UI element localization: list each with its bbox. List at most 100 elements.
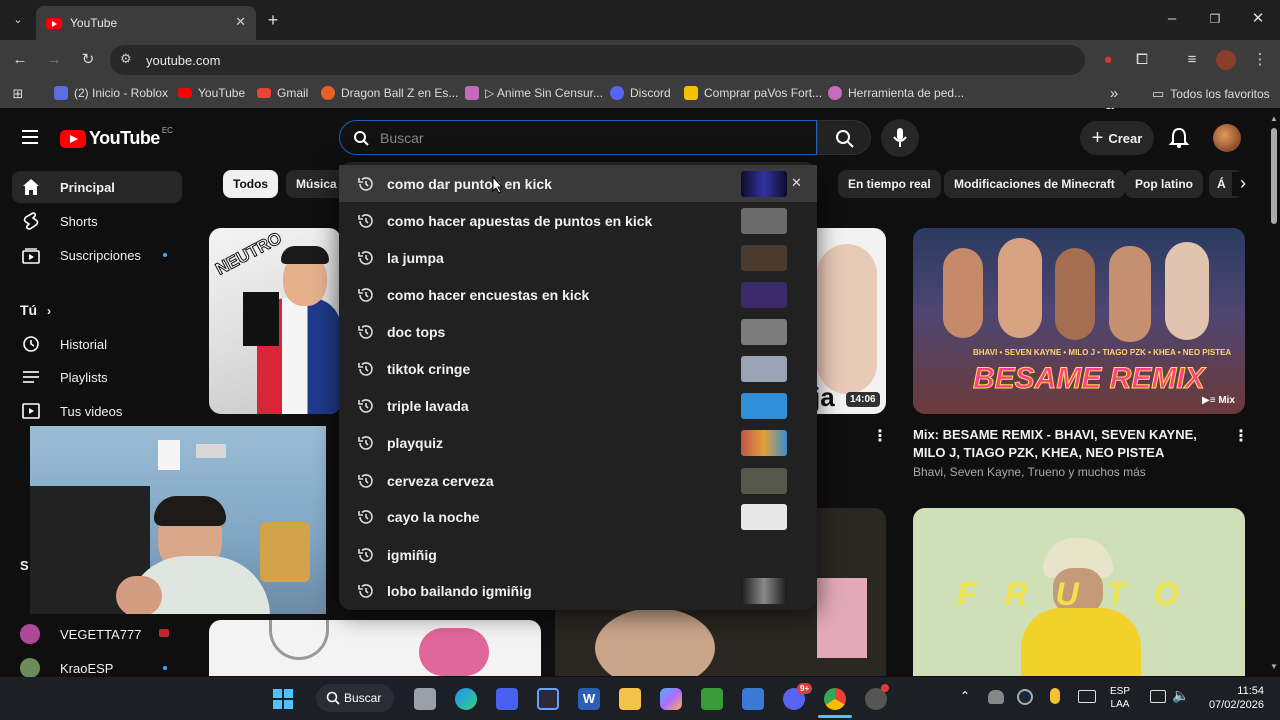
video-thumbnail-neutro[interactable]: NEUTRO <box>209 228 341 414</box>
suggestion-item[interactable]: cerveza cerveza <box>339 462 817 499</box>
minecraft-icon[interactable] <box>701 688 723 710</box>
microphone-tray-icon[interactable] <box>1050 688 1060 704</box>
suggestion-item[interactable]: lobo bailando igmiñig <box>339 572 817 609</box>
app-icon[interactable] <box>537 688 559 710</box>
network-icon[interactable] <box>1150 690 1166 703</box>
bookmark-discord[interactable]: Discord <box>610 86 671 100</box>
page-scrollbar[interactable]: ▲ ▼ <box>1268 114 1280 677</box>
keyboard-icon[interactable] <box>1078 690 1096 703</box>
media-controls-icon[interactable]: ≡ <box>1182 50 1202 70</box>
restore-window-icon[interactable]: ❐ <box>1205 9 1225 29</box>
bookmark-pavos[interactable]: Comprar paVos Fort... <box>684 86 822 100</box>
site-info-icon[interactable]: ⚙ <box>120 51 132 67</box>
sidebar-item-playlists[interactable]: Playlists <box>12 361 182 393</box>
tab-search-chevron-icon[interactable]: ⌄ <box>8 10 28 30</box>
bookmark-dragon-ball[interactable]: Dragon Ball Z en Es... <box>321 86 458 100</box>
hamburger-menu-icon[interactable] <box>20 128 42 146</box>
scrollbar-thumb[interactable] <box>1271 128 1277 224</box>
notifications-bell-icon[interactable] <box>1168 127 1190 149</box>
chip-musica[interactable]: Música <box>286 170 347 198</box>
video-thumbnail-besame-remix[interactable]: BHAVI • SEVEN KAYNE • MILO J • TIAGO PZK… <box>913 228 1245 414</box>
sidebar-item-historial[interactable]: Historial <box>12 328 182 360</box>
clock[interactable]: 11:54 07/02/2026 <box>1196 684 1264 712</box>
forward-icon[interactable]: → <box>44 50 64 70</box>
tray-overflow-chevron-icon[interactable]: ⌃ <box>960 689 970 703</box>
create-button[interactable]: + Crear <box>1080 121 1154 155</box>
onedrive-icon[interactable] <box>988 690 1004 704</box>
bookmark-gmail[interactable]: Gmail <box>257 86 308 100</box>
chrome-app-icon[interactable] <box>824 688 846 710</box>
copilot-icon[interactable] <box>660 688 682 710</box>
bookmark-herramienta[interactable]: Herramienta de ped... <box>828 86 964 100</box>
apps-grid-icon[interactable]: ⊞ <box>8 84 28 104</box>
chips-next-arrow-icon[interactable]: › <box>1232 172 1254 196</box>
microsoft-store-icon[interactable] <box>742 688 764 710</box>
task-view-icon[interactable] <box>414 688 436 710</box>
scroll-up-arrow-icon[interactable]: ▲ <box>1270 114 1278 123</box>
search-button[interactable] <box>817 120 871 155</box>
chip-todos[interactable]: Todos <box>223 170 279 198</box>
taskbar-search[interactable]: Buscar <box>316 684 394 712</box>
chip-pop-latino[interactable]: Pop latino <box>1125 170 1203 198</box>
playlists-icon <box>23 371 39 383</box>
roblox-app-icon[interactable] <box>496 688 518 710</box>
chrome-menu-icon[interactable]: ⋮ <box>1250 50 1270 70</box>
new-tab-icon[interactable]: + <box>263 10 283 30</box>
youtube-logo[interactable]: YouTube EC <box>60 126 173 149</box>
scroll-down-arrow-icon[interactable]: ▼ <box>1270 662 1278 671</box>
suggestion-item[interactable]: playquiz <box>339 424 817 461</box>
gmail-icon <box>257 88 271 98</box>
language-indicator[interactable]: ESP LAA <box>1110 685 1130 711</box>
voice-search-button[interactable] <box>881 119 919 157</box>
video-meta-besame-remix[interactable]: Bhavi, Seven Kayne, Trueno y muchos más <box>913 465 1146 479</box>
suggestion-item[interactable]: la jumpa <box>339 239 817 276</box>
address-bar[interactable]: ⚙ youtube.com <box>110 45 1085 75</box>
video-more-options-icon[interactable]: ⋮ <box>1233 426 1249 446</box>
file-explorer-icon[interactable] <box>619 688 641 710</box>
chip-minecraft-mods[interactable]: Modificaciones de Minecraft <box>944 170 1125 198</box>
extension-record-icon[interactable]: ● <box>1098 50 1118 70</box>
suggestion-item[interactable]: cayo la noche <box>339 498 817 535</box>
suggestion-item[interactable]: igmiñig <box>339 536 817 573</box>
video-thumbnail-lower-left[interactable] <box>209 620 541 676</box>
all-bookmarks-folder[interactable]: ▭ Todos los favoritos <box>1152 86 1270 102</box>
sidebar-item-shorts[interactable]: Shorts <box>12 205 182 237</box>
browser-tab-youtube[interactable]: YouTube ✕ <box>36 6 256 40</box>
bookmark-youtube[interactable]: YouTube <box>178 86 245 100</box>
edge-browser-icon[interactable] <box>455 688 477 710</box>
search-box[interactable] <box>339 120 817 155</box>
windows-start-icon[interactable] <box>272 688 294 710</box>
close-tab-icon[interactable]: ✕ <box>235 14 246 30</box>
video-more-options-icon[interactable]: ⋮ <box>872 426 888 446</box>
chip-en-tiempo-real[interactable]: En tiempo real <box>838 170 941 198</box>
suggestion-item[interactable]: como hacer apuestas de puntos en kick <box>339 202 817 239</box>
remove-suggestion-icon[interactable]: ✕ <box>791 175 802 191</box>
volume-icon[interactable]: 🔈 <box>1172 687 1189 704</box>
word-icon[interactable]: W <box>578 688 600 710</box>
suggestion-item[interactable]: como hacer encuestas en kick <box>339 276 817 313</box>
profile-avatar[interactable] <box>1216 50 1236 70</box>
minimize-window-icon[interactable]: – <box>1162 9 1182 29</box>
dark-object <box>243 292 279 346</box>
search-input[interactable] <box>380 129 780 146</box>
more-bookmarks-icon[interactable]: » <box>1104 84 1124 104</box>
bookmark-anime[interactable]: ▷ Anime Sin Censur... <box>465 86 603 100</box>
extensions-puzzle-icon[interactable]: ⧠ <box>1132 50 1152 70</box>
sidebar-item-tus-videos[interactable]: Tus videos <box>12 395 182 427</box>
sidebar-item-suscripciones[interactable]: Suscripciones <box>12 239 182 271</box>
video-thumbnail-fruto-remix[interactable]: FRUTO REMIX <box>913 508 1245 676</box>
steam-icon[interactable] <box>1017 689 1033 705</box>
sidebar-channel-vegetta[interactable]: VEGETTA777 <box>12 618 182 650</box>
back-icon[interactable]: ← <box>10 50 30 70</box>
suggestion-item[interactable]: tiktok cringe <box>339 350 817 387</box>
account-avatar[interactable] <box>1213 124 1241 152</box>
sidebar-section-tu[interactable]: Tú › <box>20 302 51 318</box>
suggestion-item[interactable]: como dar puntos en kick ✕ <box>339 165 817 202</box>
video-title-besame-remix[interactable]: Mix: BESAME REMIX - BHAVI, SEVEN KAYNE, … <box>913 426 1225 462</box>
close-window-icon[interactable]: ✕ <box>1248 9 1268 29</box>
reload-icon[interactable]: ↻ <box>78 50 98 70</box>
suggestion-item[interactable]: triple lavada <box>339 387 817 424</box>
sidebar-item-principal[interactable]: Principal <box>12 171 182 203</box>
suggestion-item[interactable]: doc tops <box>339 313 817 350</box>
bookmark-roblox[interactable]: (2) Inicio - Roblox <box>54 86 168 100</box>
